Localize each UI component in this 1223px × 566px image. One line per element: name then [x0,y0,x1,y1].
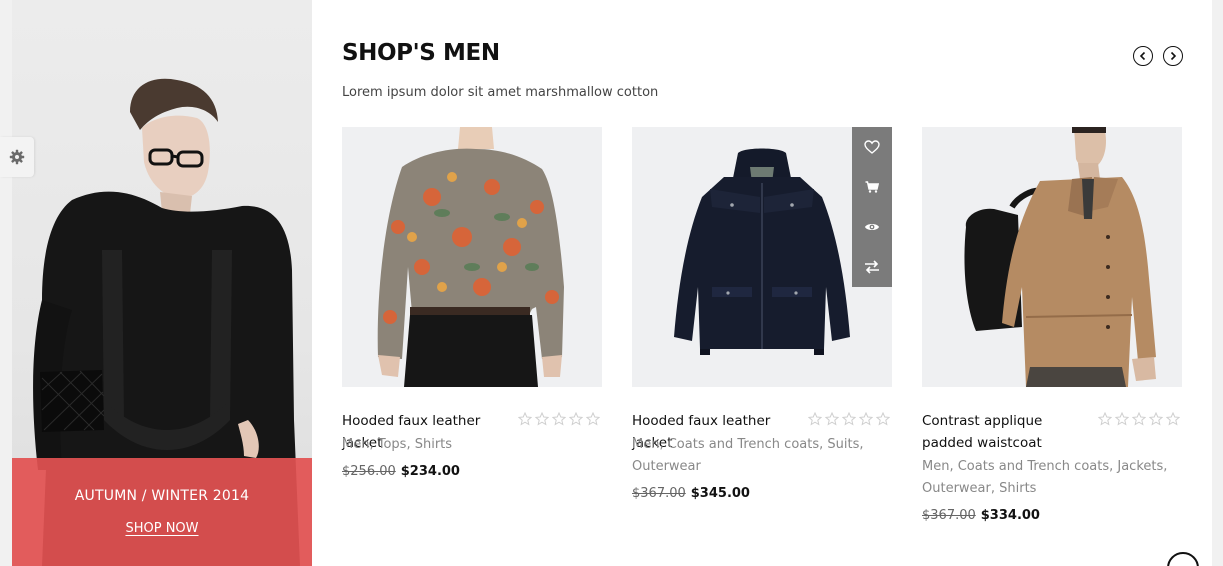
chevron-right-icon [1170,51,1177,61]
shop-men-section: SHOP'S MEN Lorem ipsum dolor sit amet ma… [312,0,1212,566]
product-rating [808,412,890,426]
category-link[interactable]: Men [342,437,369,452]
add-to-cart-button[interactable] [852,167,892,207]
carousel-prev-button[interactable] [1133,46,1153,66]
star-icon [1149,412,1163,426]
product-image[interactable] [632,127,892,387]
product-name[interactable]: Contrast applique padded waistcoat [922,410,1092,454]
category-link[interactable]: Jackets [1117,459,1163,474]
star-icon [1132,412,1146,426]
star-icon [842,412,856,426]
product-rating [518,412,600,426]
product-image[interactable] [342,127,602,387]
product-price: $367.00 $345.00 [632,486,750,501]
category-link[interactable]: Shirts [415,437,452,452]
page-edge [1212,0,1223,566]
compare-arrows-icon [865,260,879,274]
page: AUTUMN / WINTER 2014 SHOP NOW SHOP'S MEN… [0,0,1223,566]
star-icon [825,412,839,426]
old-price: $367.00 [632,486,686,501]
cart-icon [865,181,879,193]
sale-price: $334.00 [980,508,1040,523]
promo-banner[interactable]: AUTUMN / WINTER 2014 SHOP NOW [12,0,312,566]
star-icon [535,412,549,426]
eye-icon [865,224,879,230]
star-icon [1115,412,1129,426]
chevron-left-icon [1139,51,1146,61]
product-price: $256.00 $234.00 [342,464,460,479]
product-image[interactable] [922,127,1182,387]
category-link[interactable]: Tops [378,437,407,452]
star-icon [518,412,532,426]
star-icon [569,412,583,426]
star-icon [876,412,890,426]
product-card[interactable]: Hooded faux leather jacket Men, Tops, Sh… [342,127,602,479]
compare-button[interactable] [852,247,892,287]
category-link[interactable]: Shirts [999,481,1036,496]
category-link[interactable]: Coats and Trench coats [668,437,819,452]
promo-overlay: AUTUMN / WINTER 2014 SHOP NOW [12,458,312,566]
product-card[interactable]: Hooded faux leather jacket Men, Coats an… [632,127,892,501]
shop-now-link[interactable]: SHOP NOW [125,521,198,536]
star-icon [1098,412,1112,426]
old-price: $256.00 [342,464,396,479]
old-price: $367.00 [922,508,976,523]
product-card[interactable]: Contrast applique padded waistcoat Men, … [922,127,1182,523]
category-link[interactable]: Coats and Trench coats [958,459,1109,474]
add-to-wishlist-button[interactable] [852,127,892,167]
category-link[interactable]: Men [632,437,659,452]
star-icon [859,412,873,426]
product-actions [852,127,892,287]
category-link[interactable]: Outerwear [632,459,701,474]
tan-jacket-image [922,127,1182,387]
product-categories: Men, Coats and Trench coats, Jackets, Out… [922,459,1168,496]
carousel-next-button[interactable] [1163,46,1183,66]
product-categories: Men, Tops, Shirts [342,437,453,452]
star-icon [808,412,822,426]
category-link[interactable]: Suits [827,437,859,452]
product-categories: Men, Coats and Trench coats, Suits, Outer… [632,437,864,474]
section-title: SHOP'S MEN [342,40,500,66]
heart-icon [864,140,880,154]
promo-title: AUTUMN / WINTER 2014 [74,488,250,504]
star-icon [552,412,566,426]
section-subtitle: Lorem ipsum dolor sit amet marshmallow c… [342,85,659,100]
category-link[interactable]: Outerwear [922,481,991,496]
floral-shirt-image [342,127,602,387]
star-icon [1166,412,1180,426]
settings-toggle[interactable] [0,137,34,177]
gear-icon [9,149,25,165]
category-link[interactable]: Men [922,459,949,474]
star-icon [586,412,600,426]
sale-price: $345.00 [690,486,750,501]
product-price: $367.00 $334.00 [922,508,1040,523]
quick-view-button[interactable] [852,207,892,247]
sale-price: $234.00 [400,464,460,479]
product-rating [1098,412,1180,426]
